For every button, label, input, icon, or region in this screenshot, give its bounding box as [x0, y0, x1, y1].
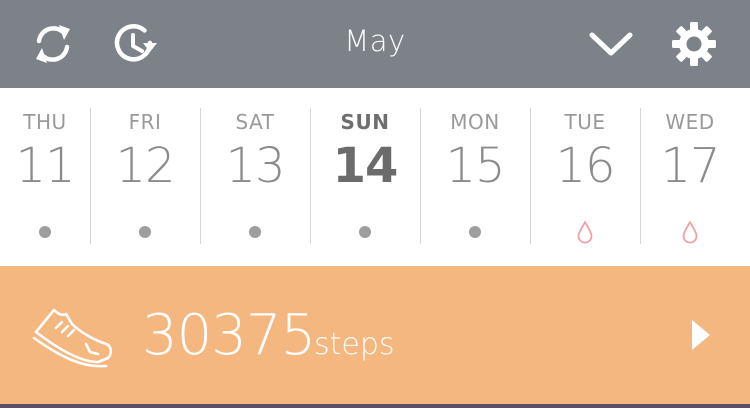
day-mon[interactable]: MON 15: [420, 88, 530, 266]
day-thu[interactable]: THU 11: [0, 88, 90, 266]
day-fri[interactable]: FRI 12: [90, 88, 200, 266]
day-number: 16: [555, 138, 615, 194]
chevron-right-icon: [692, 320, 710, 350]
day-name: SAT: [235, 110, 275, 134]
bottom-divider: [0, 404, 750, 408]
drop-icon: [682, 221, 698, 244]
shoe-icon: [32, 302, 116, 374]
day-name: SUN: [340, 110, 390, 134]
day-number: 14: [332, 138, 399, 194]
day-name: THU: [23, 110, 67, 134]
day-number: 15: [445, 138, 505, 194]
day-sun-selected[interactable]: SUN 14: [310, 88, 420, 266]
day-number: 12: [115, 138, 175, 194]
day-sat[interactable]: SAT 13: [200, 88, 310, 266]
day-marker: [678, 220, 702, 244]
day-wed[interactable]: WED 17: [640, 88, 740, 266]
month-dropdown-button[interactable]: [583, 16, 639, 72]
dot-icon: [469, 226, 481, 238]
settings-button[interactable]: [666, 16, 722, 72]
week-strip: THU 11 FRI 12 SAT 13 SUN 14 MON 15 TUE 1…: [0, 88, 750, 266]
day-marker: [133, 220, 157, 244]
day-number: 13: [225, 138, 285, 194]
steps-detail-button[interactable]: [676, 310, 726, 360]
dot-icon: [39, 226, 51, 238]
day-name: MON: [450, 110, 500, 134]
day-marker: [353, 220, 377, 244]
day-marker: [33, 220, 57, 244]
day-marker: [463, 220, 487, 244]
day-tue[interactable]: TUE 16: [530, 88, 640, 266]
steps-unit: steps: [314, 327, 395, 362]
day-name: TUE: [564, 110, 606, 134]
dot-icon: [359, 226, 371, 238]
day-marker: [243, 220, 267, 244]
top-bar: May: [0, 0, 750, 88]
day-name: FRI: [128, 110, 162, 134]
drop-icon: [577, 221, 593, 244]
dot-icon: [139, 226, 151, 238]
day-name: WED: [665, 110, 715, 134]
day-number: 11: [15, 138, 75, 194]
day-number: 17: [660, 138, 720, 194]
dot-icon: [249, 226, 261, 238]
gear-icon: [672, 22, 716, 66]
steps-card[interactable]: 30375 steps: [0, 266, 750, 404]
chevron-down-icon: [589, 32, 633, 56]
day-marker: [573, 220, 597, 244]
steps-value: 30375: [142, 303, 316, 368]
